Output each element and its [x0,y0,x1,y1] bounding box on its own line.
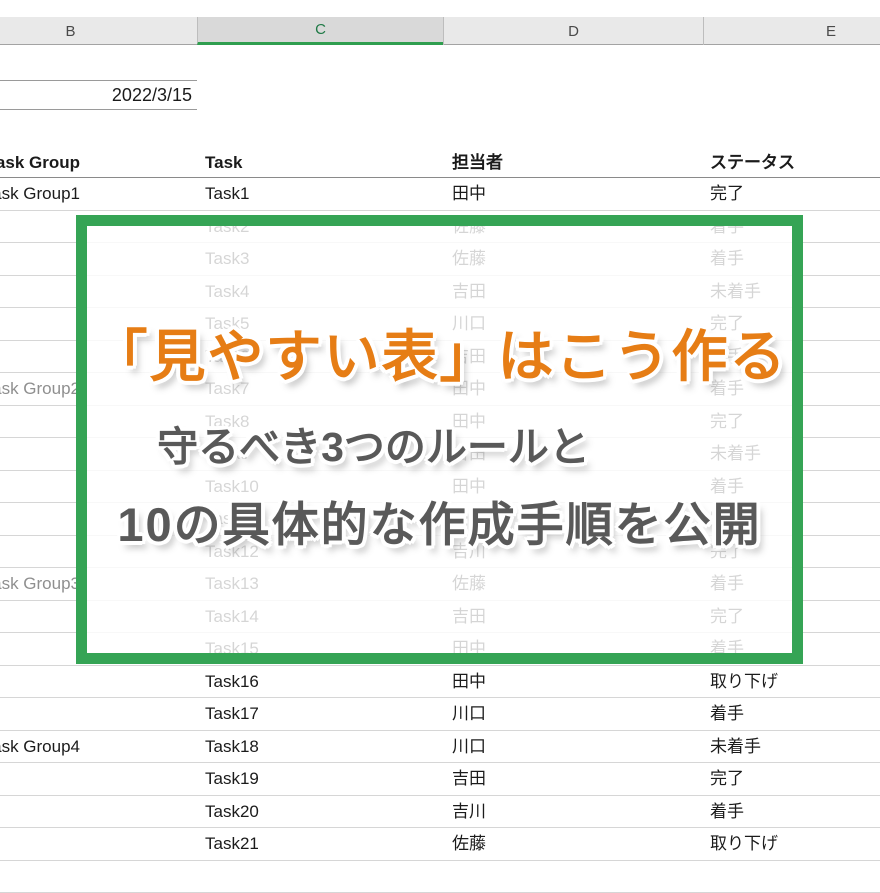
assignee-cell[interactable]: 田中 [452,178,486,211]
task-cell[interactable]: Task21 [205,828,259,861]
column-header-d[interactable]: D [443,17,703,45]
column-header-e[interactable]: E [703,17,880,45]
status-cell[interactable]: 着手 [710,796,744,829]
table-row: Task Group4 Task18 川口 未着手 [0,731,880,764]
assignee-cell[interactable]: 川口 [452,698,486,731]
assignee-cell[interactable]: 川口 [452,731,486,764]
status-cell[interactable]: 取り下げ [710,828,778,861]
promo-title: 「見やすい表」はこう作る [87,324,792,390]
assignee-cell[interactable]: 佐藤 [452,828,486,861]
promo-subtitle-line2: 10の具体的な作成手順を公開 [87,497,792,553]
task-cell[interactable]: Task18 [205,731,259,764]
table-row: Task16 田中 取り下げ [0,666,880,699]
status-cell[interactable]: 未着手 [710,731,761,764]
group-cell[interactable]: Task Group4 [0,731,80,764]
date-cell[interactable]: 2022/3/15 [0,80,197,110]
task-cell[interactable]: Task1 [205,178,249,211]
assignee-cell[interactable]: 吉川 [452,796,486,829]
table-row [0,861,880,893]
column-header-strip: B C D E [0,17,880,45]
table-row: Task20 吉川 着手 [0,796,880,829]
task-cell[interactable]: Task17 [205,698,259,731]
assignee-cell[interactable]: 田中 [452,666,486,699]
assignee-cell[interactable]: 吉田 [452,763,486,796]
header-status[interactable]: ステータス [710,148,795,178]
status-cell[interactable]: 完了 [710,178,744,211]
header-assignee[interactable]: 担当者 [452,148,503,178]
table-header-row: Task Group Task 担当者 ステータス [0,148,880,178]
task-cell[interactable]: Task19 [205,763,259,796]
promo-subtitle-line1: 守るべき3つのルールと [21,422,726,472]
task-cell[interactable]: Task16 [205,666,259,699]
table-row: Task17 川口 着手 [0,698,880,731]
table-row: Task21 佐藤 取り下げ [0,828,880,861]
table-row: Task19 吉田 完了 [0,763,880,796]
column-header-b[interactable]: B [0,17,197,45]
column-header-c-selected[interactable]: C [197,17,443,45]
header-task[interactable]: Task [205,148,243,178]
group-cell[interactable]: Task Group2 [0,373,80,406]
table-row: Task Group1 Task1 田中 完了 [0,178,880,211]
promo-overlay-box: 「見やすい表」はこう作る 守るべき3つのルールと 10の具体的な作成手順を公開 [76,215,803,664]
header-task-group[interactable]: Task Group [0,148,80,178]
group-cell[interactable]: Task Group1 [0,178,80,211]
status-cell[interactable]: 着手 [710,698,744,731]
task-cell[interactable]: Task20 [205,796,259,829]
status-cell[interactable]: 取り下げ [710,666,778,699]
group-cell[interactable]: Task Group3 [0,568,80,601]
status-cell[interactable]: 完了 [710,763,744,796]
